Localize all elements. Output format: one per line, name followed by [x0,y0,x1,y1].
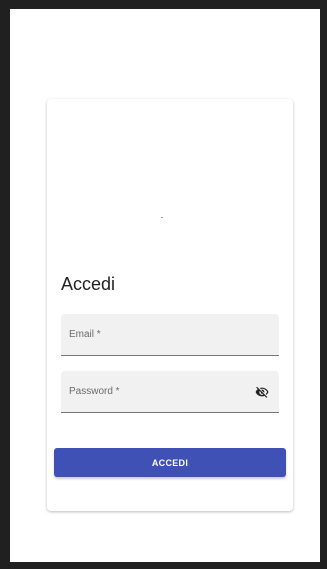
eye-off-icon[interactable] [255,385,269,399]
password-field[interactable]: Password * [61,371,279,413]
app-screen: Accedi Email * Password * ACCEDI [10,9,320,562]
page-title: Accedi [61,274,116,294]
password-label: Password * [69,386,120,397]
device-frame: Accedi Email * Password * ACCEDI [0,0,327,569]
login-card: Accedi Email * Password * ACCEDI [47,99,293,511]
login-button[interactable]: ACCEDI [54,448,286,477]
logo-placeholder [161,217,163,218]
email-field[interactable]: Email * [61,314,279,356]
email-label: Email * [69,329,101,340]
